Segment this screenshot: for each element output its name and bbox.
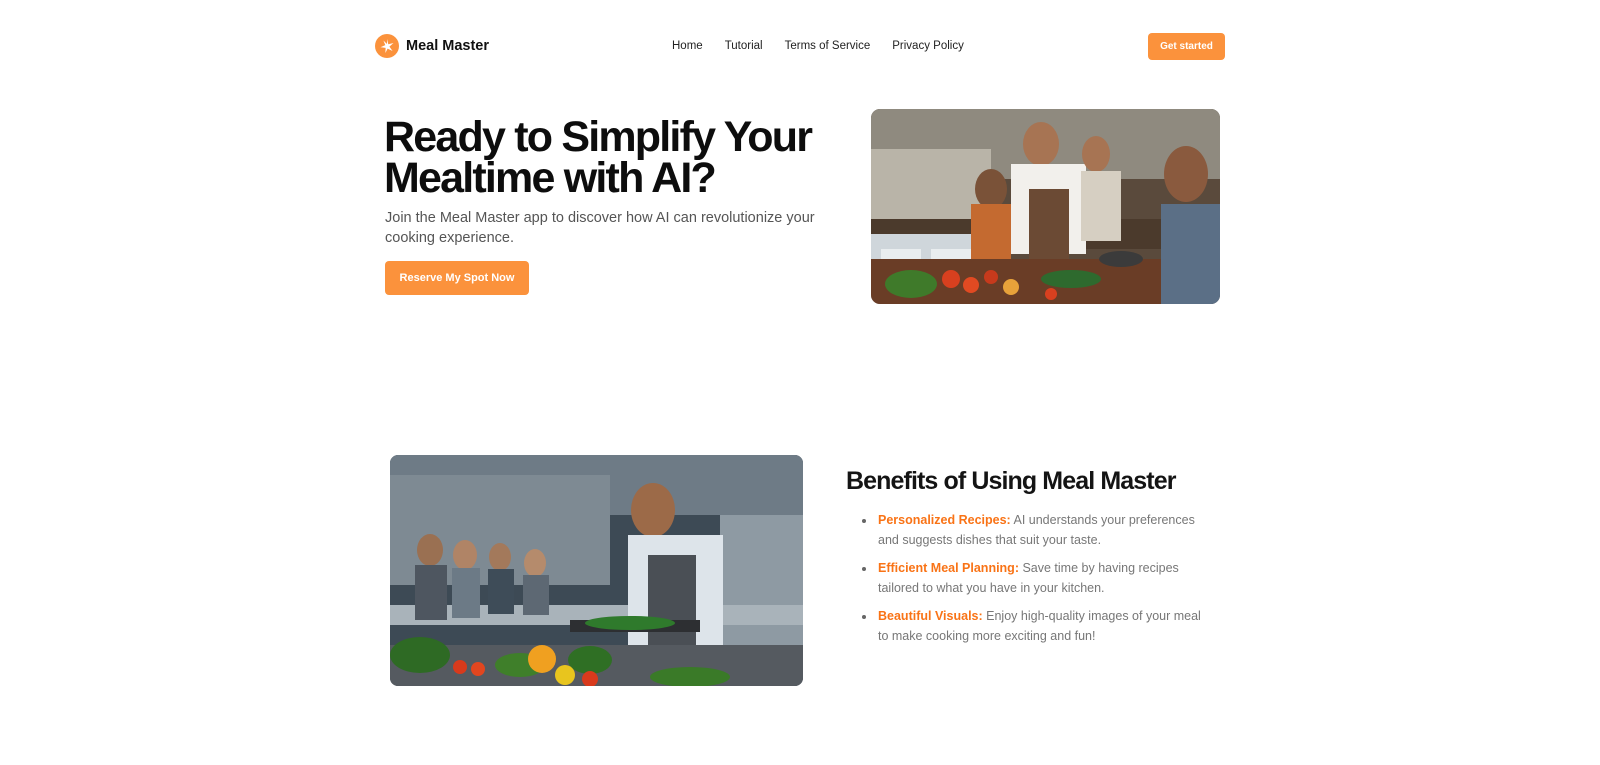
benefits-list: Personalized Recipes: AI understands you… [862,511,1212,655]
benefit-item: Efficient Meal Planning: Save time by ha… [862,559,1212,598]
main-nav: Home Tutorial Terms of Service Privacy P… [672,32,986,60]
reserve-spot-button[interactable]: Reserve My Spot Now [385,261,529,295]
hero-subtitle: Join the Meal Master app to discover how… [385,210,815,246]
benefit-label: Personalized Recipes: [878,513,1011,527]
brand-name: Meal Master [406,38,490,54]
benefit-label: Beautiful Visuals: [878,609,983,623]
benefit-label: Efficient Meal Planning: [878,561,1019,575]
get-started-button[interactable]: Get started [1148,33,1225,60]
benefit-item: Personalized Recipes: AI understands you… [862,511,1212,550]
brand[interactable]: Meal Master [375,32,489,60]
hero-title: Ready to Simplify Your Mealtime with AI? [384,116,824,202]
hero-title-line-2: Mealtime with AI? [384,154,717,202]
benefits-title: Benefits of Using Meal Master [846,467,1176,495]
chef-teaching-image [390,455,803,686]
nav-privacy-link[interactable]: Privacy Policy [892,40,964,52]
nav-home-link[interactable]: Home [672,40,703,52]
nav-terms-link[interactable]: Terms of Service [785,40,871,52]
site-header: Meal Master Home Tutorial Terms of Servi… [375,32,1225,60]
star-burst-logo-icon [375,34,399,58]
nav-tutorial-link[interactable]: Tutorial [725,40,763,52]
benefit-item: Beautiful Visuals: Enjoy high-quality im… [862,607,1212,646]
hero-kitchen-image [871,109,1220,304]
